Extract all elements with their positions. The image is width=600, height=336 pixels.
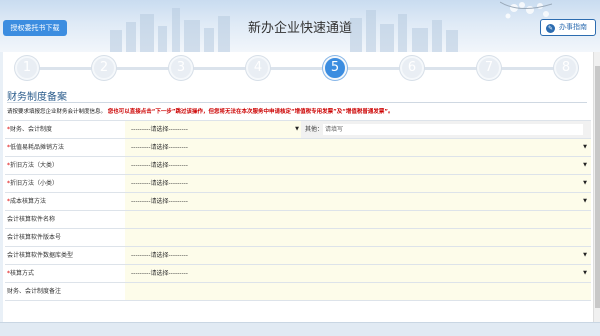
form-row-remarks: 财务、会计制度备注	[5, 283, 591, 301]
select-value: ---------请选择---------	[131, 270, 188, 277]
accounting-system-select[interactable]: ---------请选择--------- ▼	[127, 123, 299, 136]
field-label: 会计核算软件版本号	[7, 229, 61, 246]
form-row-accounting-system: *财务、会计制度 ---------请选择--------- ▼ 其他： 请填写	[5, 121, 591, 139]
cost-accounting-select[interactable]: ---------请选择--------- ▼	[127, 195, 587, 208]
notice-highlight: 您也可以直接点击“下一步”跳过该操作，但您将无法在本次服务中申请核定“增值税专用…	[107, 109, 394, 115]
form-row-low-value-amortization: *低值易耗品摊销方法 ---------请选择--------- ▼	[5, 139, 591, 157]
field-label-text: 会计核算软件名称	[7, 216, 56, 223]
step-7: 7	[477, 56, 501, 80]
step-3: 3	[169, 56, 193, 80]
depreciation-minor-select[interactable]: ---------请选择--------- ▼	[127, 177, 587, 190]
step-8: 8	[554, 56, 578, 80]
field-label-text: 会计核算软件数据库类型	[7, 252, 74, 259]
compass-icon: ✎	[546, 24, 555, 33]
page-title: 新办企业快速通道	[247, 21, 352, 36]
finance-form: *财务、会计制度 ---------请选择--------- ▼ 其他： 请填写 …	[5, 120, 591, 301]
dropdown-arrow-icon: ▼	[583, 252, 587, 258]
field-label-text: 会计核算软件版本号	[7, 234, 62, 241]
software-name-input[interactable]	[125, 211, 591, 228]
select-value: ---------请选择---------	[131, 252, 188, 259]
select-value: ---------请选择---------	[131, 126, 188, 133]
section-title: 财务制度备案	[7, 92, 67, 103]
field-label: 财务、会计制度备注	[7, 283, 61, 300]
field-label: *核算方式	[7, 265, 34, 282]
depreciation-major-select[interactable]: ---------请选择--------- ▼	[127, 159, 587, 172]
guide-button[interactable]: ✎ 办事指南	[540, 19, 596, 36]
amortization-select[interactable]: ---------请选择--------- ▼	[127, 141, 587, 154]
field-label: *成本核算方法	[7, 193, 46, 210]
field-label: 会计核算软件数据库类型	[7, 247, 73, 264]
software-version-input[interactable]	[125, 229, 591, 246]
form-row-cost-accounting: *成本核算方法 ---------请选择--------- ▼	[5, 193, 591, 211]
database-type-select[interactable]: ---------请选择--------- ▼	[127, 249, 587, 262]
form-row-software-version: 会计核算软件版本号	[5, 229, 591, 247]
form-row-software-name: 会计核算软件名称	[5, 211, 591, 229]
section-divider	[7, 102, 587, 103]
field-label: *折旧方法（小类）	[7, 175, 58, 192]
scrollbar-thumb[interactable]	[595, 66, 600, 308]
field-label: *低值易耗品摊销方法	[7, 139, 64, 156]
form-row-depreciation-minor: *折旧方法（小类） ---------请选择--------- ▼	[5, 175, 591, 193]
select-value: ---------请选择---------	[131, 180, 188, 187]
main-content: 1 2 3 4 5 6 7 8 财务制度备案 请按要求填报您企业财务会计制度信息…	[3, 52, 593, 322]
field-label: *折旧方法（大类）	[7, 157, 58, 174]
remarks-input[interactable]	[125, 283, 591, 300]
guide-button-label: 办事指南	[559, 23, 587, 31]
step-4: 4	[246, 56, 270, 80]
notice-prefix: 请按要求填报您企业财务会计制度信息。	[7, 109, 107, 115]
accounting-method-select[interactable]: ---------请选择--------- ▼	[127, 267, 587, 280]
dropdown-arrow-icon: ▼	[583, 270, 587, 276]
step-2: 2	[92, 56, 116, 80]
field-label-text: 核算方式	[10, 270, 35, 277]
field-label-text: 财务、会计制度备注	[7, 288, 62, 295]
dropdown-arrow-icon: ▼	[583, 144, 587, 150]
form-row-depreciation-major: *折旧方法（大类） ---------请选择--------- ▼	[5, 157, 591, 175]
field-label-text: 低值易耗品摊销方法	[10, 144, 65, 151]
dropdown-arrow-icon: ▼	[583, 162, 587, 168]
select-value: ---------请选择---------	[131, 162, 188, 169]
other-label: 其他：	[305, 126, 324, 133]
other-input[interactable]: 请填写	[323, 124, 583, 135]
header-banner: 授权委托书下载 新办企业快速通道 ✎ 办事指南	[0, 0, 600, 52]
dropdown-arrow-icon: ▼	[583, 180, 587, 186]
form-row-database-type: 会计核算软件数据库类型 ---------请选择--------- ▼	[5, 247, 591, 265]
field-label-text: 折旧方法（小类）	[10, 180, 59, 187]
notice-text: 请按要求填报您企业财务会计制度信息。 您也可以直接点击“下一步”跳过该操作，但您…	[7, 107, 393, 115]
step-6: 6	[400, 56, 424, 80]
field-label-text: 成本核算方法	[10, 198, 47, 205]
vertical-scrollbar[interactable]	[593, 52, 600, 322]
form-row-accounting-method: *核算方式 ---------请选择--------- ▼	[5, 265, 591, 283]
progress-steps: 1 2 3 4 5 6 7 8	[3, 52, 593, 86]
step-1: 1	[15, 56, 39, 80]
select-value: ---------请选择---------	[131, 198, 188, 205]
field-label: *财务、会计制度	[7, 121, 52, 138]
select-value: ---------请选择---------	[131, 144, 188, 151]
dropdown-arrow-icon: ▼	[583, 198, 587, 204]
step-5-current: 5	[323, 56, 347, 80]
field-label: 会计核算软件名称	[7, 211, 55, 228]
field-label-text: 财务、会计制度	[10, 126, 53, 133]
dropdown-arrow-icon: ▼	[295, 126, 299, 132]
field-label-text: 折旧方法（大类）	[10, 162, 59, 169]
footer-bar	[0, 322, 600, 336]
